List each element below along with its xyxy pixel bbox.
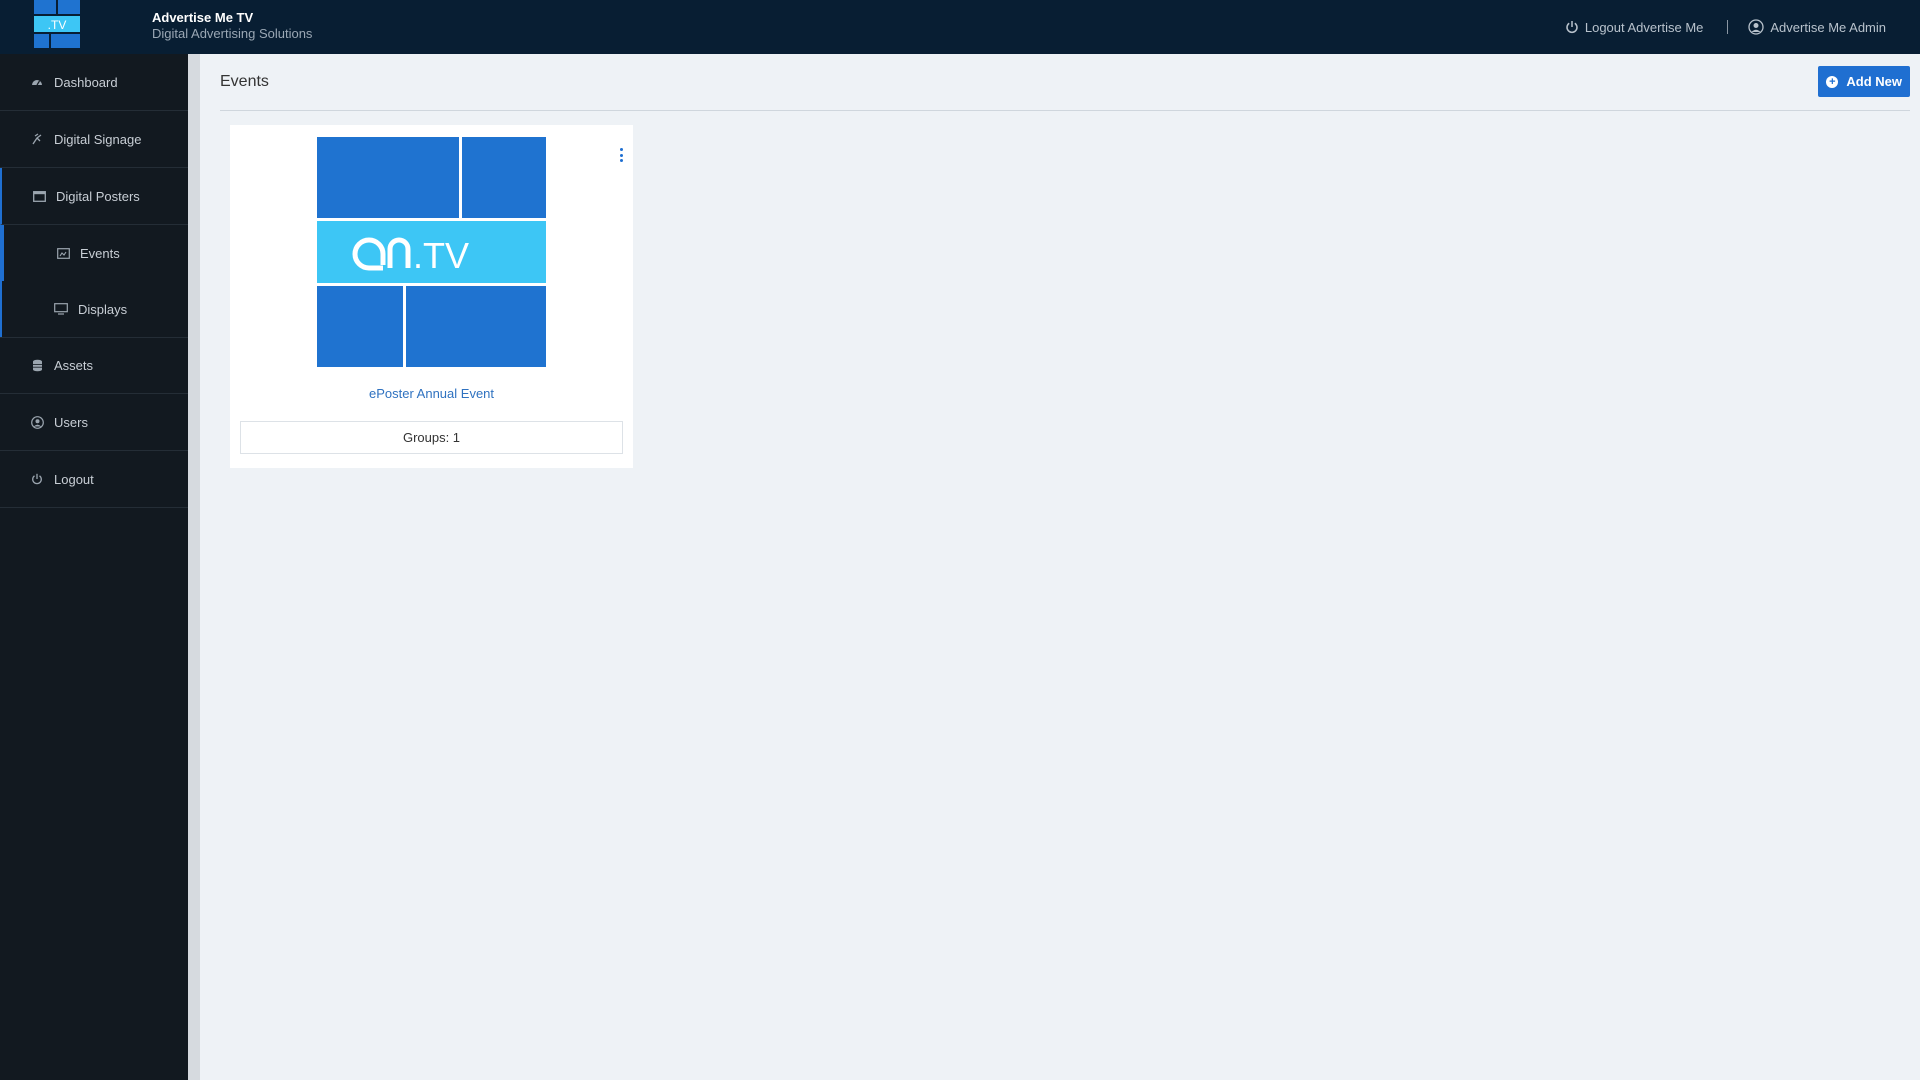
brand: Advertise Me TV Digital Advertising Solu…	[152, 9, 312, 42]
power-icon	[1566, 21, 1578, 34]
events-icon	[56, 246, 70, 260]
signage-icon	[30, 132, 44, 146]
monitor-icon	[54, 302, 68, 316]
logo-icon: .TV	[34, 0, 80, 48]
sidebar-item-displays[interactable]: Displays	[0, 281, 188, 337]
sidebar-item-label: Displays	[78, 301, 128, 317]
add-new-button[interactable]: + Add New	[1818, 66, 1910, 97]
poster-icon	[32, 189, 46, 203]
groups-count: Groups: 1	[240, 421, 623, 454]
user-menu[interactable]: Advertise Me Admin	[1748, 19, 1886, 35]
sidebar-item-users[interactable]: Users	[0, 394, 188, 451]
header-divider	[220, 110, 1910, 111]
top-separator	[1727, 20, 1729, 34]
user-circle-icon	[1748, 19, 1765, 35]
sidebar-item-label: Users	[54, 414, 88, 430]
kebab-menu-icon[interactable]	[617, 148, 625, 162]
user-circle-icon	[30, 415, 44, 429]
sidebar-item-label: Logout	[54, 471, 94, 487]
sidebar-item-label: Events	[80, 245, 120, 261]
main-content: Events + Add New .TV ePoster Annual Even…	[200, 54, 1920, 1080]
svg-text:.TV: .TV	[48, 18, 67, 32]
sidebar: Dashboard Digital Signage Digital Poster…	[0, 54, 188, 1080]
sidebar-item-logout[interactable]: Logout	[0, 451, 188, 508]
user-label: Advertise Me Admin	[1770, 19, 1886, 35]
brand-subtitle: Digital Advertising Solutions	[152, 26, 313, 41]
add-new-label: Add New	[1846, 74, 1902, 89]
event-card[interactable]: .TV ePoster Annual Event Groups: 1	[230, 125, 633, 468]
sidebar-item-label: Digital Posters	[56, 188, 140, 204]
dashboard-icon	[30, 75, 44, 89]
power-icon	[30, 472, 44, 486]
sidebar-item-label: Dashboard	[54, 74, 118, 90]
svg-text:.TV: .TV	[413, 235, 469, 276]
brand-name: Advertise Me TV	[152, 10, 254, 25]
app-logo[interactable]: .TV	[34, 0, 80, 48]
event-thumbnail[interactable]: .TV	[317, 137, 546, 367]
page-title: Events	[220, 73, 269, 90]
top-bar: .TV Advertise Me TV Digital Advertising …	[0, 0, 1920, 54]
logout-label: Logout Advertise Me	[1584, 19, 1704, 35]
top-right-links: Logout Advertise Me Advertise Me Admin	[1565, 0, 1886, 54]
event-image: .TV	[317, 137, 546, 367]
sidebar-item-digital-signage[interactable]: Digital Signage	[0, 111, 188, 168]
database-icon	[30, 359, 44, 373]
sidebar-item-events[interactable]: Events	[0, 225, 188, 281]
event-name-link[interactable]: ePoster Annual Event	[230, 386, 633, 401]
sidebar-item-digital-posters[interactable]: Digital Posters	[0, 168, 188, 225]
logout-link[interactable]: Logout Advertise Me	[1565, 19, 1704, 35]
sidebar-item-assets[interactable]: Assets	[0, 337, 188, 394]
sidebar-item-label: Digital Signage	[54, 131, 142, 147]
sidebar-item-dashboard[interactable]: Dashboard	[0, 54, 188, 111]
sidebar-scroll-edge	[188, 54, 200, 1080]
plus-circle-icon: +	[1826, 75, 1839, 88]
sidebar-item-label: Assets	[54, 358, 94, 373]
